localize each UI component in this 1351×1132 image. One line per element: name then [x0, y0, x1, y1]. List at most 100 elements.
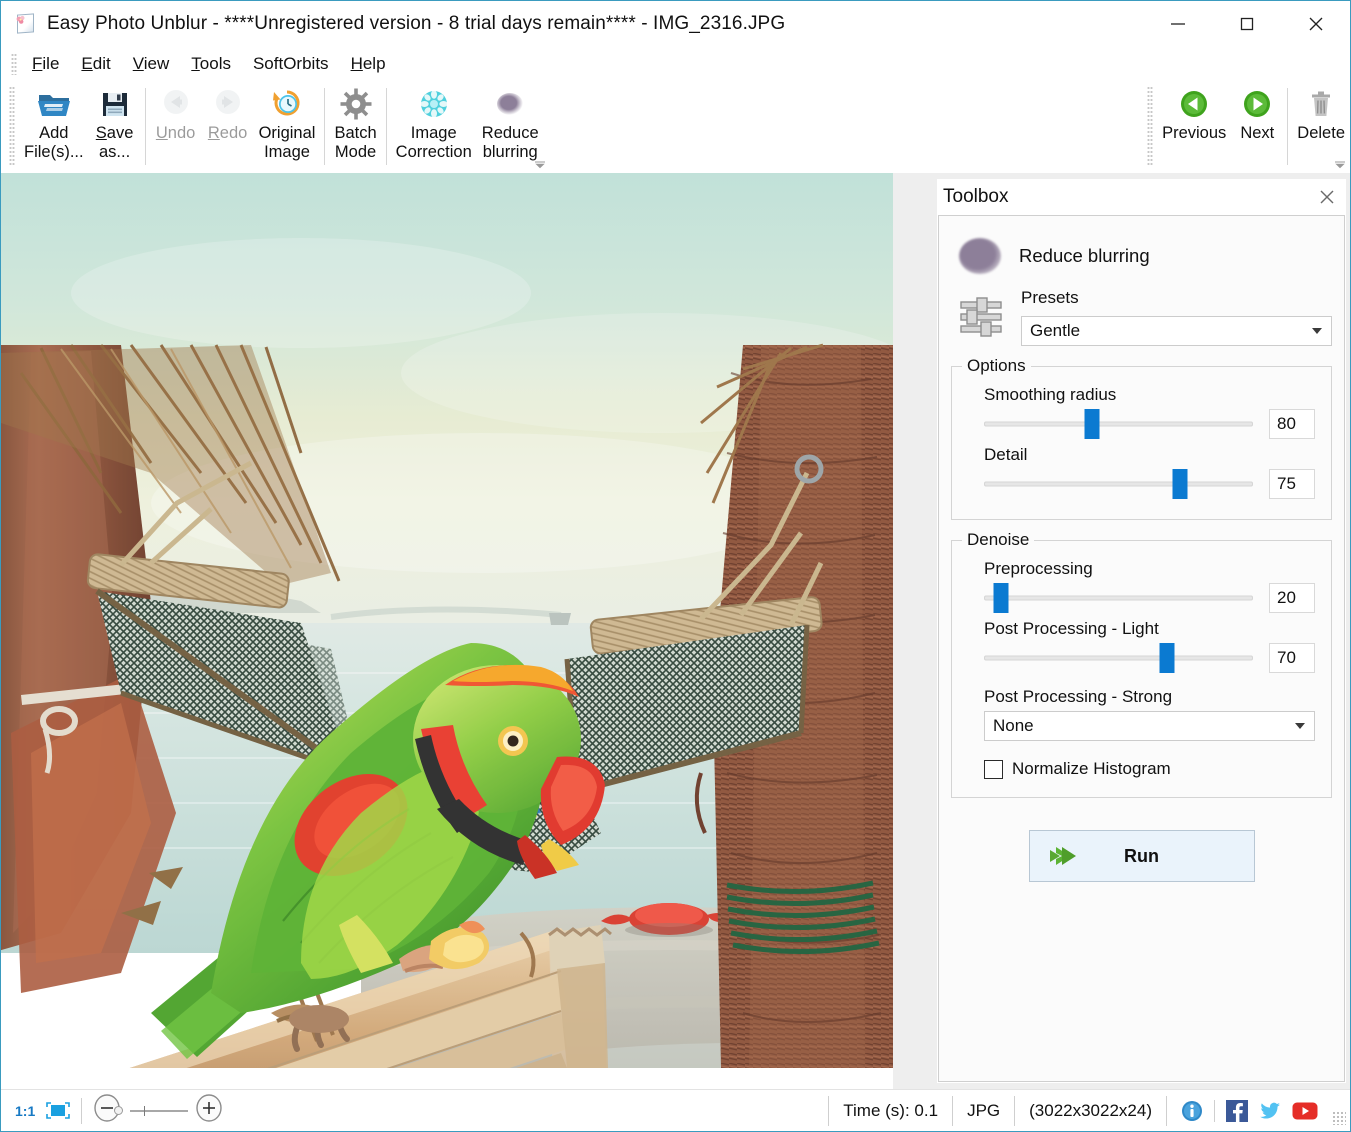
menu-item-view[interactable]: View	[122, 51, 181, 77]
twitter-icon[interactable]	[1259, 1100, 1281, 1122]
post-processing-light-value[interactable]: 70	[1269, 643, 1315, 673]
presets-label: Presets	[1021, 288, 1332, 308]
zoom-widget	[92, 1093, 226, 1128]
sliders-icon	[959, 294, 1003, 340]
undo-arrow-icon	[159, 86, 193, 122]
batch-mode-button[interactable]: Batch Mode	[329, 80, 381, 173]
smoothing-radius-label: Smoothing radius	[984, 385, 1315, 405]
window-controls	[1143, 1, 1350, 47]
post-processing-strong-label: Post Processing - Strong	[984, 687, 1315, 707]
presets-value: Gentle	[1030, 321, 1080, 341]
reduce-blurring-button[interactable]: Reduce blurring	[477, 80, 544, 173]
denoise-group-title: Denoise	[962, 530, 1034, 550]
add-files-label: Add File(s)...	[24, 124, 84, 162]
gear-icon	[339, 86, 373, 122]
color-burst-icon	[417, 86, 451, 122]
redo-button[interactable]: Redo	[202, 80, 254, 173]
preprocessing-slider[interactable]	[984, 583, 1253, 613]
smoothing-radius-value[interactable]: 80	[1269, 409, 1315, 439]
add-files-button[interactable]: Add File(s)...	[19, 80, 89, 173]
floppy-save-icon	[99, 86, 131, 122]
toolbar-right-group: Previous Next	[1147, 80, 1350, 173]
menu-grip-icon	[11, 53, 17, 75]
menu-item-file[interactable]: File	[21, 51, 70, 77]
open-folder-icon	[36, 86, 72, 122]
status-time: Time (s): 0.1	[829, 1096, 952, 1126]
detail-slider[interactable]	[984, 469, 1253, 499]
batch-mode-label: Batch Mode	[334, 124, 376, 162]
next-button[interactable]: Next	[1231, 80, 1283, 173]
active-tool-header: Reduce blurring	[959, 238, 1332, 274]
zoom-ratio-label[interactable]: 1:1	[15, 1103, 35, 1119]
status-divider-5	[1214, 1100, 1215, 1122]
maximize-button[interactable]	[1212, 1, 1281, 47]
zoom-in-icon[interactable]	[192, 1093, 226, 1128]
save-as-button[interactable]: Saveas...	[89, 80, 141, 173]
toolbox-close-icon[interactable]	[1314, 184, 1340, 210]
detail-label: Detail	[984, 445, 1315, 465]
menu-item-help[interactable]: Help	[340, 51, 397, 77]
menu-item-softorbits[interactable]: SoftOrbits	[242, 51, 340, 77]
resize-grip-icon[interactable]	[1332, 1111, 1346, 1125]
blur-circle-icon	[493, 86, 527, 122]
photo-preview	[1, 173, 893, 1068]
preprocessing-value[interactable]: 20	[1269, 583, 1315, 613]
menu-item-tools[interactable]: Tools	[180, 51, 242, 77]
image-canvas[interactable]	[1, 173, 893, 1089]
detail-value[interactable]: 75	[1269, 469, 1315, 499]
slider-thumb[interactable]	[994, 583, 1009, 613]
post-processing-strong-select[interactable]: None	[984, 711, 1315, 741]
normalize-histogram-row[interactable]: Normalize Histogram	[984, 759, 1315, 779]
status-format: JPG	[953, 1096, 1014, 1126]
smoothing-radius-row: 80	[968, 409, 1315, 439]
run-button[interactable]: Run	[1029, 830, 1255, 882]
toolbox-panel: Toolbox Reduce blurring	[937, 179, 1346, 1083]
menu-bar: File Edit View Tools SoftOrbits Help	[1, 47, 1350, 80]
zoom-slider-knob[interactable]	[114, 1106, 123, 1115]
status-dimensions: (3022x3022x24)	[1015, 1096, 1166, 1126]
undo-button[interactable]: Undo	[150, 80, 202, 173]
active-tool-name: Reduce blurring	[1019, 245, 1150, 267]
toolbar-separator-4	[1287, 88, 1288, 165]
options-group: Options Smoothing radius 80 Detail	[951, 366, 1332, 520]
info-icon[interactable]	[1181, 1100, 1203, 1122]
slider-thumb[interactable]	[1173, 469, 1188, 499]
toolbar-overflow-chevron-down-icon[interactable]	[532, 157, 548, 171]
minimize-button[interactable]	[1143, 1, 1212, 47]
run-label: Run	[1030, 846, 1254, 867]
youtube-icon[interactable]	[1292, 1101, 1318, 1121]
green-right-arrow-icon	[1242, 86, 1272, 122]
zoom-slider[interactable]	[130, 1110, 188, 1112]
toolbar-separator	[145, 88, 146, 165]
menu-item-edit[interactable]: Edit	[70, 51, 121, 77]
post-processing-light-slider[interactable]	[984, 643, 1253, 673]
slider-thumb[interactable]	[1084, 409, 1099, 439]
save-as-label: Saveas...	[96, 124, 134, 162]
facebook-icon[interactable]	[1226, 1100, 1248, 1122]
toolbar-separator-2	[324, 88, 325, 165]
app-icon	[15, 13, 37, 35]
fit-to-window-icon[interactable]	[45, 1101, 71, 1121]
slider-thumb[interactable]	[1159, 643, 1174, 673]
chevron-down-icon	[1295, 723, 1305, 729]
application-window: Easy Photo Unblur - ****Unregistered ver…	[0, 0, 1351, 1132]
toolbox-title: Toolbox	[943, 186, 1009, 208]
title-bar: Easy Photo Unblur - ****Unregistered ver…	[1, 1, 1350, 47]
smoothing-radius-slider[interactable]	[984, 409, 1253, 439]
previous-button[interactable]: Previous	[1157, 80, 1231, 173]
next-label: Next	[1240, 124, 1274, 143]
original-image-button[interactable]: Original Image	[254, 80, 321, 173]
image-correction-button[interactable]: Image Correction	[391, 80, 477, 173]
clock-revert-icon	[271, 86, 303, 122]
post-processing-light-label: Post Processing - Light	[984, 619, 1315, 639]
toolbar-overflow-chevron-down-icon-2[interactable]	[1332, 157, 1348, 171]
status-icons	[1167, 1100, 1332, 1122]
presets-select[interactable]: Gentle	[1021, 316, 1332, 346]
run-row: Run	[951, 830, 1332, 882]
redo-label: Redo	[208, 124, 247, 143]
normalize-histogram-checkbox[interactable]	[984, 760, 1003, 779]
close-button[interactable]	[1281, 1, 1350, 47]
slider-track	[984, 482, 1253, 487]
toolbox-header: Toolbox	[937, 179, 1346, 215]
toolbar-grip-icon	[9, 86, 15, 167]
